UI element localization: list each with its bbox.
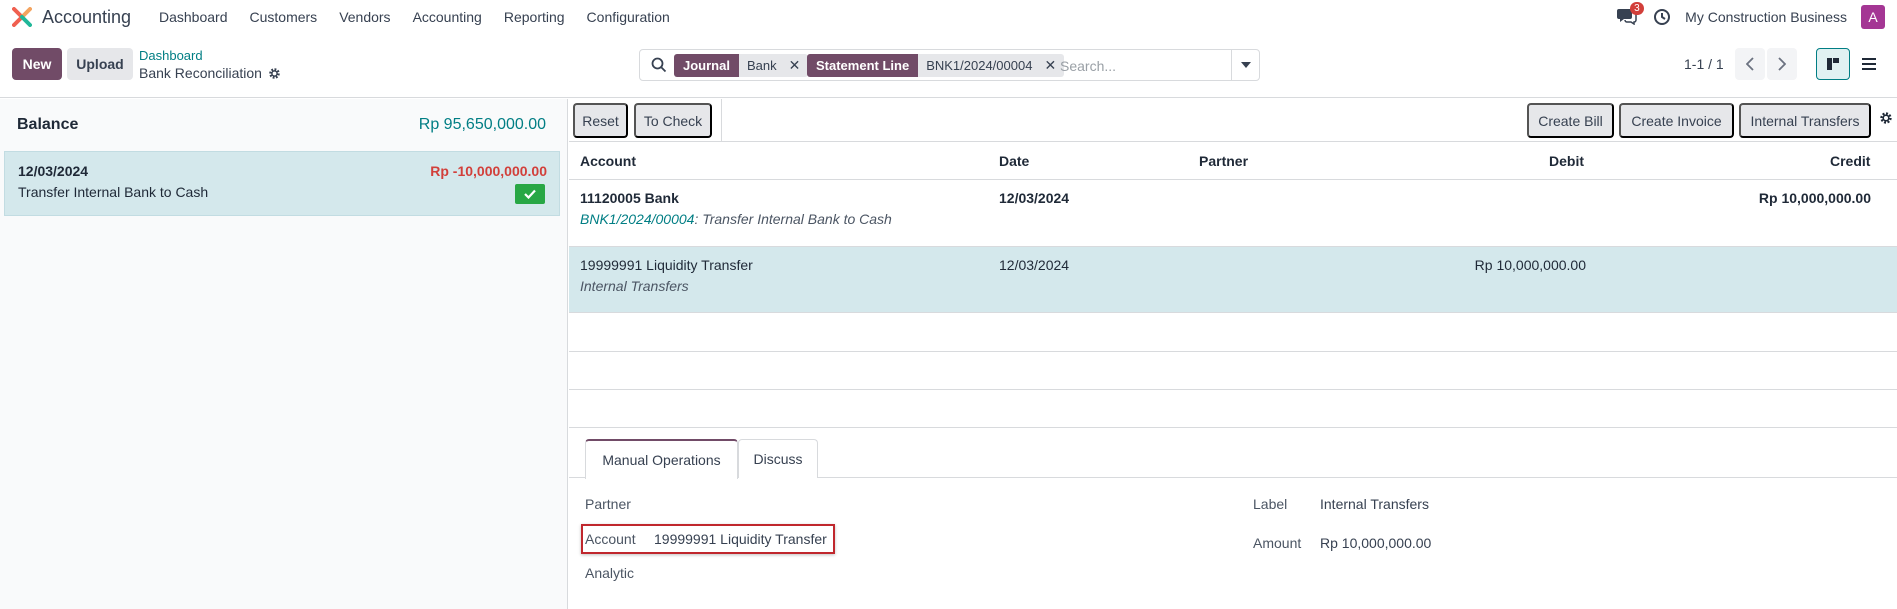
navbar-right: 3 My Construction Business A bbox=[1617, 0, 1885, 34]
chevron-left-icon bbox=[1746, 57, 1754, 71]
statement-lines-panel: Balance Rp 95,650,000.00 12/03/2024 Rp -… bbox=[0, 99, 568, 609]
kanban-view-button[interactable] bbox=[1816, 48, 1850, 80]
settings-gear-icon[interactable] bbox=[1879, 111, 1893, 125]
column-debit: Debit bbox=[1549, 153, 1584, 169]
breadcrumb-dashboard[interactable]: Dashboard bbox=[139, 48, 203, 63]
partner-label: Partner bbox=[585, 496, 631, 512]
empty-row bbox=[569, 390, 1897, 428]
page-title: Bank Reconciliation bbox=[139, 65, 262, 81]
amount-label: Amount bbox=[1253, 535, 1302, 551]
internal-transfers-button[interactable]: Internal Transfers bbox=[1739, 103, 1871, 138]
menu-accounting[interactable]: Accounting bbox=[402, 9, 493, 25]
create-invoice-button[interactable]: Create Invoice bbox=[1619, 103, 1734, 138]
statement-line-card[interactable]: 12/03/2024 Rp -10,000,000.00 Transfer In… bbox=[4, 151, 560, 216]
column-credit: Credit bbox=[1830, 153, 1871, 169]
facet-value: Bank bbox=[746, 58, 777, 73]
facet-journal: Journal Bank ✕ bbox=[674, 54, 809, 77]
account-highlight-box bbox=[581, 524, 835, 554]
user-avatar[interactable]: A bbox=[1861, 5, 1885, 29]
column-date: Date bbox=[999, 153, 1030, 169]
app-name[interactable]: Accounting bbox=[42, 7, 131, 28]
amount-field[interactable]: Rp 10,000,000.00 bbox=[1320, 535, 1431, 551]
facet-value: BNK1/2024/00004 bbox=[926, 58, 1033, 73]
main-menu: Dashboard Customers Vendors Accounting R… bbox=[148, 0, 681, 34]
chat-badge: 3 bbox=[1630, 2, 1644, 15]
reconciliation-panel: Reset To Check Create Bill Create Invoic… bbox=[569, 99, 1897, 609]
check-icon bbox=[524, 189, 536, 199]
search-icon bbox=[651, 57, 667, 73]
statement-description: Transfer Internal Bank to Cash bbox=[18, 184, 209, 200]
list-icon bbox=[1862, 58, 1876, 70]
remove-facet-icon[interactable]: ✕ bbox=[1044, 57, 1056, 74]
empty-row bbox=[569, 313, 1897, 352]
pager-next[interactable] bbox=[1767, 48, 1797, 80]
statement-link[interactable]: BNK1/2024/00004 bbox=[580, 211, 694, 227]
remove-facet-icon[interactable]: ✕ bbox=[789, 57, 801, 74]
upload-button[interactable]: Upload bbox=[67, 48, 133, 80]
reconcile-toolbar: Reset To Check Create Bill Create Invoic… bbox=[569, 99, 1897, 142]
statement-amount: Rp -10,000,000.00 bbox=[430, 163, 547, 179]
row-label: Internal Transfers bbox=[580, 278, 689, 294]
row-account: 19999991 Liquidity Transfer bbox=[580, 257, 753, 273]
row-credit: Rp 10,000,000.00 bbox=[1758, 190, 1871, 206]
tab-bar: Manual Operations Discuss bbox=[569, 439, 1897, 479]
chevron-right-icon bbox=[1778, 57, 1786, 71]
search-input[interactable]: Search... bbox=[1060, 58, 1116, 74]
row-reference-label: : Transfer Internal Bank to Cash bbox=[694, 211, 892, 227]
menu-customers[interactable]: Customers bbox=[239, 9, 329, 25]
facet-name: Journal bbox=[674, 54, 739, 77]
top-navbar: Accounting Dashboard Customers Vendors A… bbox=[0, 0, 1897, 34]
tab-discuss[interactable]: Discuss bbox=[738, 439, 818, 478]
empty-row bbox=[569, 352, 1897, 390]
column-account: Account bbox=[580, 153, 636, 169]
accounting-app-icon[interactable] bbox=[12, 7, 32, 27]
clock-icon[interactable] bbox=[1653, 8, 1671, 26]
gear-icon[interactable] bbox=[268, 67, 281, 80]
to-check-button[interactable]: To Check bbox=[634, 103, 712, 138]
reconciled-badge bbox=[515, 184, 545, 204]
table-row[interactable]: 11120005 Bank BNK1/2024/00004: Transfer … bbox=[569, 180, 1897, 247]
control-panel: New Upload Dashboard Bank Reconciliation… bbox=[0, 34, 1897, 98]
list-view-button[interactable] bbox=[1852, 48, 1886, 80]
messages-button[interactable]: 3 bbox=[1617, 2, 1644, 27]
pager-value[interactable]: 1-1 / 1 bbox=[1684, 56, 1724, 72]
row-date: 12/03/2024 bbox=[999, 190, 1070, 206]
statement-date: 12/03/2024 bbox=[18, 163, 89, 179]
row-date: 12/03/2024 bbox=[999, 257, 1070, 273]
pager-previous[interactable] bbox=[1735, 48, 1765, 80]
reset-button[interactable]: Reset bbox=[573, 103, 628, 138]
company-switcher[interactable]: My Construction Business bbox=[1685, 9, 1847, 25]
menu-reporting[interactable]: Reporting bbox=[493, 9, 576, 25]
search-options-toggle[interactable] bbox=[1231, 50, 1259, 80]
breadcrumb-current: Bank Reconciliation bbox=[139, 65, 281, 81]
balance-label: Balance bbox=[17, 116, 79, 133]
facet-statement-line: Statement Line BNK1/2024/00004 ✕ bbox=[807, 54, 1065, 77]
analytic-label: Analytic bbox=[585, 565, 635, 581]
kanban-icon bbox=[1827, 58, 1839, 70]
label-field[interactable]: Internal Transfers bbox=[1320, 496, 1429, 512]
menu-configuration[interactable]: Configuration bbox=[576, 9, 681, 25]
toolbar-divider bbox=[721, 99, 722, 142]
row-reference: BNK1/2024/00004: Transfer Internal Bank … bbox=[580, 211, 892, 227]
balance-value: Rp 95,650,000.00 bbox=[418, 116, 546, 133]
row-account: 11120005 Bank bbox=[580, 190, 679, 206]
table-row[interactable]: 19999991 Liquidity Transfer Internal Tra… bbox=[569, 247, 1897, 313]
menu-vendors[interactable]: Vendors bbox=[328, 9, 401, 25]
lines-table-header: Account Date Partner Debit Credit bbox=[569, 142, 1897, 180]
menu-dashboard[interactable]: Dashboard bbox=[148, 9, 239, 25]
create-bill-button[interactable]: Create Bill bbox=[1527, 103, 1614, 138]
search-bar[interactable]: Journal Bank ✕ Statement Line BNK1/2024/… bbox=[639, 49, 1260, 81]
new-button[interactable]: New bbox=[12, 48, 62, 80]
tab-manual-operations[interactable]: Manual Operations bbox=[585, 439, 738, 479]
caret-down-icon bbox=[1240, 62, 1251, 68]
row-debit: Rp 10,000,000.00 bbox=[1474, 257, 1586, 273]
column-partner: Partner bbox=[1199, 153, 1249, 169]
facet-name: Statement Line bbox=[807, 54, 919, 77]
label-label: Label bbox=[1253, 496, 1288, 512]
